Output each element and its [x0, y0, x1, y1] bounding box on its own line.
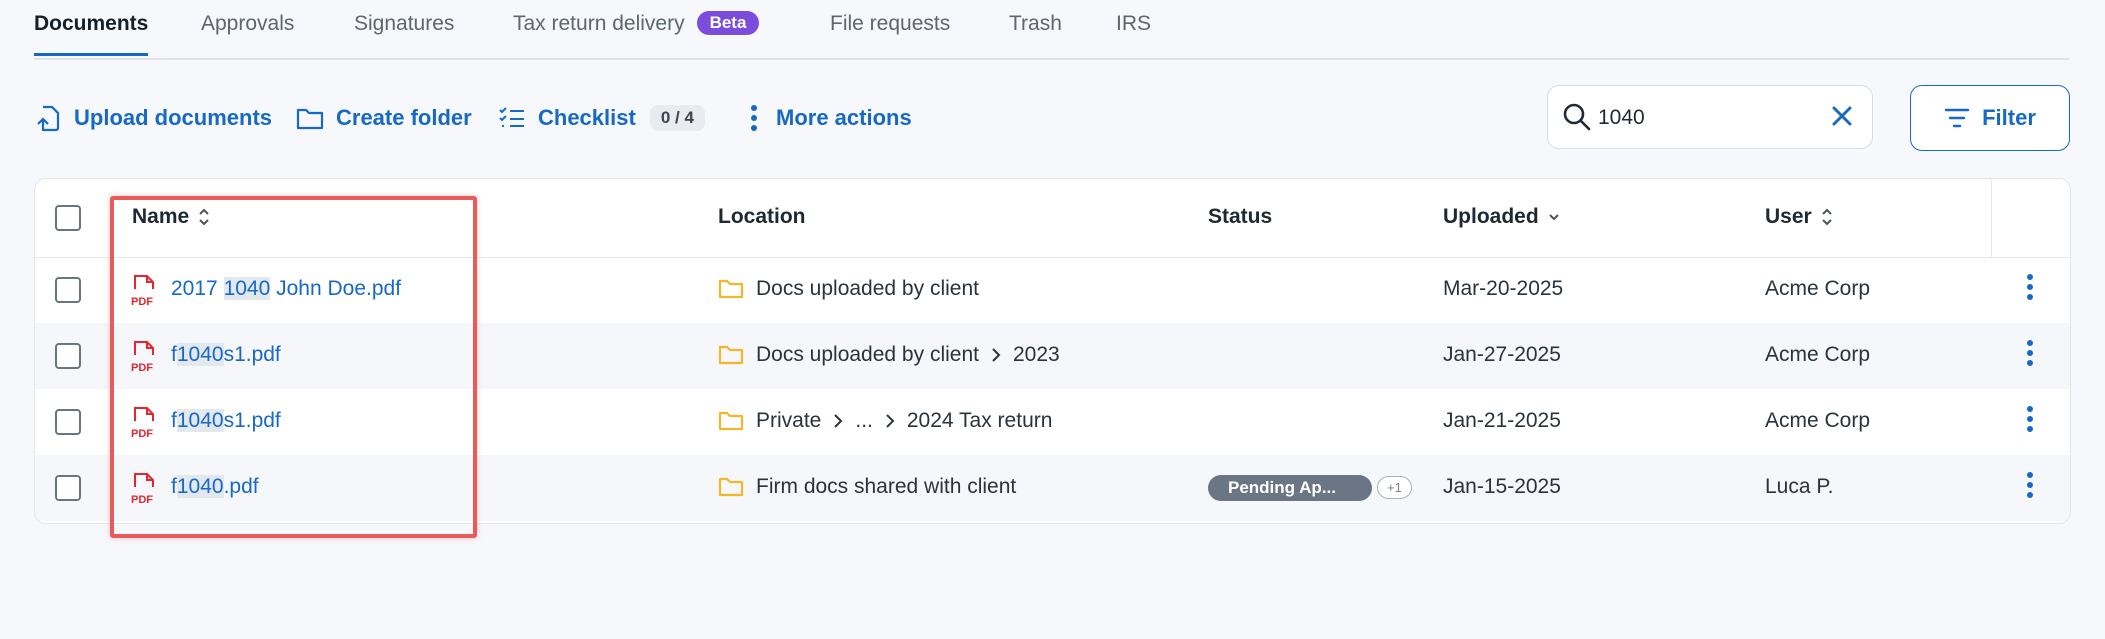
tab-approvals[interactable]: Approvals [201, 12, 294, 56]
tab-documents[interactable]: Documents [34, 12, 149, 56]
folder-icon [718, 345, 744, 365]
location-segment[interactable]: 2024 Tax return [907, 409, 1053, 433]
checklist-count-badge: 0 / 4 [649, 105, 705, 131]
row-actions-kebab-icon[interactable] [2015, 403, 2045, 439]
uploaded-date: Mar-20-2025 [1443, 277, 1564, 300]
uploaded-date: Jan-21-2025 [1443, 409, 1561, 432]
column-header-location: Location [718, 205, 806, 228]
user-name: Acme Corp [1765, 277, 1871, 300]
row-checkbox[interactable] [55, 277, 81, 303]
file-location: Firm docs shared with client [718, 475, 1016, 499]
row-checkbox[interactable] [55, 409, 81, 435]
tab-file-requests[interactable]: File requests [830, 12, 950, 56]
kebab-icon [751, 105, 757, 131]
filter-icon [1944, 108, 1970, 128]
chevron-down-icon [1548, 214, 1559, 221]
sort-icon [1821, 208, 1832, 226]
search-icon [1563, 103, 1591, 131]
highlight-annotation-box [110, 196, 477, 538]
beta-badge: Beta [696, 11, 760, 35]
chevron-right-icon [886, 414, 895, 428]
row-actions-kebab-icon[interactable] [2015, 469, 2045, 505]
folder-icon [718, 411, 744, 431]
search-input[interactable] [1596, 100, 1820, 136]
create-folder-button[interactable]: Create folder [296, 100, 472, 136]
user-name: Acme Corp [1765, 409, 1871, 432]
tab-bar: Documents Approvals Signatures Tax retur… [34, 0, 2069, 60]
search-box [1547, 85, 1873, 149]
location-segment[interactable]: Private [756, 409, 821, 433]
upload-documents-button[interactable]: Upload documents [34, 100, 272, 136]
close-icon[interactable] [1830, 104, 1854, 128]
location-segment[interactable]: Docs uploaded by client [756, 277, 979, 301]
more-actions-button[interactable]: More actions [744, 100, 912, 136]
folder-icon [718, 477, 744, 497]
tab-signatures[interactable]: Signatures [354, 12, 454, 56]
row-checkbox[interactable] [55, 343, 81, 369]
status-more-badge[interactable]: +1 [1377, 476, 1412, 499]
tab-irs[interactable]: IRS [1116, 12, 1151, 56]
location-segment[interactable]: Docs uploaded by client [756, 343, 979, 367]
location-segment[interactable]: ... [855, 409, 873, 433]
tab-tax-return-delivery[interactable]: Tax return delivery Beta [513, 11, 760, 56]
column-header-user[interactable]: User [1765, 205, 1834, 229]
row-actions-kebab-icon[interactable] [2015, 337, 2045, 373]
folder-icon [296, 108, 324, 130]
select-all-checkbox[interactable] [55, 205, 81, 231]
row-checkbox[interactable] [55, 475, 81, 501]
file-location: Docs uploaded by client 2023 [718, 343, 1060, 367]
folder-icon [718, 279, 744, 299]
checklist-icon [499, 107, 524, 127]
location-segment[interactable]: 2023 [1013, 343, 1060, 367]
tab-trash[interactable]: Trash [1009, 12, 1062, 56]
uploaded-date: Jan-15-2025 [1443, 475, 1561, 498]
column-divider [1991, 179, 1992, 257]
checklist-button[interactable]: Checklist 0 / 4 [498, 100, 705, 136]
user-name: Acme Corp [1765, 343, 1871, 366]
user-name: Luca P. [1765, 475, 1834, 498]
column-header-uploaded[interactable]: Uploaded [1443, 205, 1561, 229]
column-header-status: Status [1208, 205, 1273, 228]
status-badge[interactable]: Pending Ap... [1208, 475, 1372, 501]
chevron-right-icon [992, 348, 1001, 362]
upload-icon [37, 105, 60, 132]
file-location: Private ... 2024 Tax return [718, 409, 1052, 433]
row-actions-kebab-icon[interactable] [2015, 271, 2045, 307]
filter-button[interactable]: Filter [1910, 85, 2070, 151]
uploaded-date: Jan-27-2025 [1443, 343, 1561, 366]
file-location: Docs uploaded by client [718, 277, 979, 301]
location-segment[interactable]: Firm docs shared with client [756, 475, 1016, 499]
chevron-right-icon [834, 414, 843, 428]
